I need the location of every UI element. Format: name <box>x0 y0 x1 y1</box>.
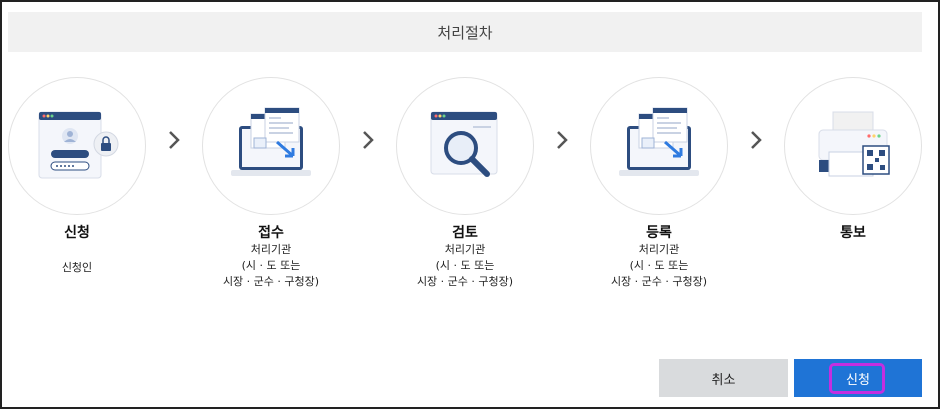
chevron-right-icon <box>751 131 762 149</box>
step-apply-desc: 신청인 <box>61 261 93 274</box>
step-review-title: 검토 <box>452 225 478 241</box>
step-receipt-desc-3: 시장 · 군수 · 구청장) <box>222 275 320 288</box>
submit-button[interactable]: 신청 <box>794 359 922 397</box>
printer-qr-icon <box>818 111 890 177</box>
dialog-header: 처리절차 <box>8 12 922 52</box>
step-notify-illustration <box>784 77 922 215</box>
step-register-desc-1: 처리기관 <box>638 243 680 256</box>
login-form-lock-icon <box>38 111 119 179</box>
step-receipt-illustration <box>202 77 340 215</box>
step-register-illustration <box>590 77 728 215</box>
process-dialog: 처리절차 신청 신청인 접수 처리기관 (시 · 도 또는 시장 · 군수 · … <box>0 0 940 409</box>
step-review-desc-3: 시장 · 군수 · 구청장) <box>416 275 514 288</box>
step-apply-title: 신청 <box>64 225 90 241</box>
step-notify: 통보 <box>778 77 928 242</box>
step-receipt-desc-2: (시 · 도 또는 <box>241 259 301 272</box>
step-apply: 신청 신청인 <box>2 77 152 276</box>
step-register-desc-2: (시 · 도 또는 <box>629 259 689 272</box>
step-register-title: 등록 <box>646 225 672 241</box>
chevron-right-icon <box>557 131 568 149</box>
step-receipt: 접수 처리기관 (시 · 도 또는 시장 · 군수 · 구청장) <box>196 77 346 290</box>
chevron-right-icon <box>363 131 374 149</box>
step-notify-title: 통보 <box>840 225 866 241</box>
step-receipt-desc-1: 처리기관 <box>250 243 292 256</box>
magnifier-window-icon <box>430 111 498 177</box>
laptop-documents-icon <box>231 107 311 176</box>
cancel-button[interactable]: 취소 <box>659 359 788 397</box>
step-review: 검토 처리기관 (시 · 도 또는 시장 · 군수 · 구청장) <box>390 77 540 290</box>
step-review-illustration <box>396 77 534 215</box>
dialog-title: 처리절차 <box>437 23 493 42</box>
step-apply-illustration <box>8 77 146 215</box>
step-register-desc-3: 시장 · 군수 · 구청장) <box>610 275 708 288</box>
step-register: 등록 처리기관 (시 · 도 또는 시장 · 군수 · 구청장) <box>584 77 734 290</box>
step-receipt-title: 접수 <box>258 225 284 241</box>
step-review-desc-1: 처리기관 <box>444 243 486 256</box>
chevron-right-icon <box>169 131 180 149</box>
laptop-documents-icon <box>619 107 699 176</box>
step-review-desc-2: (시 · 도 또는 <box>435 259 495 272</box>
